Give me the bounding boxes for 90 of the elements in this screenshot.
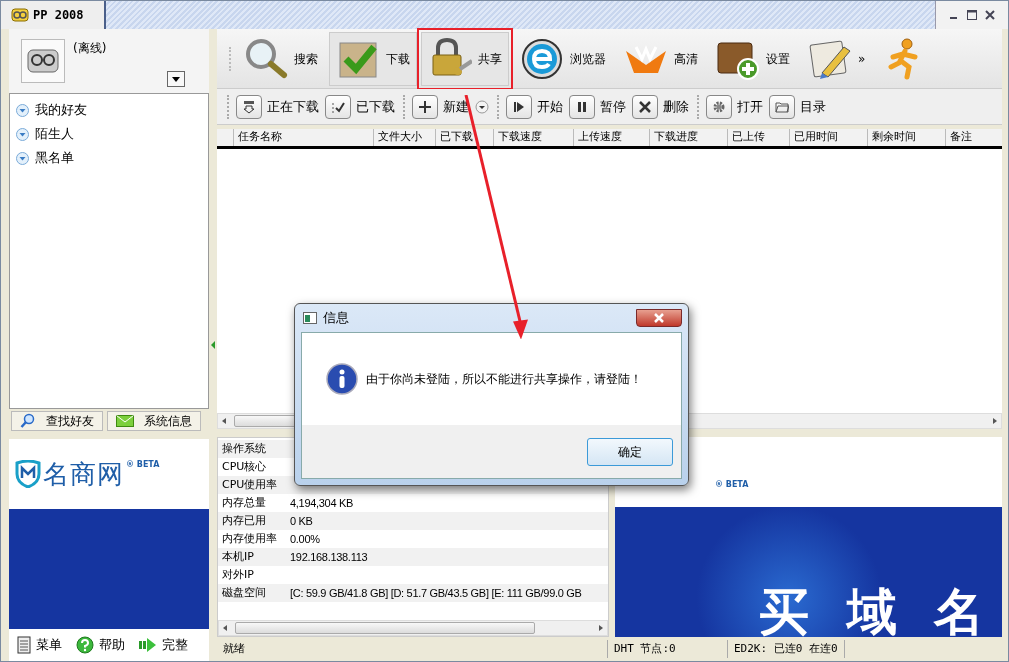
- ad-brand: 名商网: [43, 457, 124, 491]
- status-ed2k: ED2K: 已连0 在连0: [727, 640, 845, 658]
- plus-icon: [418, 99, 432, 114]
- play-icon: [512, 99, 526, 114]
- column-header[interactable]: 剩余时间: [867, 129, 945, 146]
- info-label: 内存已用: [221, 512, 267, 529]
- info-value: 192.168.138.113: [290, 549, 368, 565]
- ok-button[interactable]: 确定: [587, 437, 673, 466]
- download-arrow-icon: [242, 99, 256, 114]
- toolbar-button[interactable]: 浏览器: [513, 31, 613, 86]
- document-icon: [17, 636, 31, 654]
- help-icon: [76, 636, 94, 654]
- toolbar-button[interactable]: 删除: [632, 94, 689, 119]
- toolbar-button[interactable]: 正在下载: [227, 94, 319, 119]
- info-label: 操作系统: [221, 440, 267, 457]
- toolbar-button[interactable]: 暂停: [569, 94, 626, 119]
- ad-beta-label: ® BETA: [126, 459, 160, 471]
- toolbar-button[interactable]: 高清: [617, 31, 705, 86]
- friend-group[interactable]: 黑名单: [35, 148, 74, 168]
- magnifier-icon: [20, 413, 36, 429]
- footer-button[interactable]: 菜单: [17, 635, 62, 655]
- ad-slogan: 买 域 名: [759, 587, 994, 637]
- column-header[interactable]: 备注: [945, 129, 1002, 146]
- collapse-arrow-icon[interactable]: [211, 341, 215, 349]
- close-icon: [654, 313, 664, 323]
- info-icon: [326, 363, 358, 395]
- info-label: 对外IP: [221, 566, 255, 583]
- scroll-thumb[interactable]: [235, 622, 535, 634]
- info-label: 磁盘空间: [221, 584, 267, 601]
- info-label: CPU核心: [221, 458, 268, 475]
- panel-tab[interactable]: 查找好友: [11, 411, 103, 431]
- toolbar-button[interactable]: 下载: [329, 31, 417, 86]
- footer-button[interactable]: 帮助: [76, 635, 125, 655]
- column-header[interactable]: 已下载: [435, 129, 493, 146]
- horizontal-scrollbar[interactable]: [218, 620, 608, 636]
- expand-icon[interactable]: [16, 127, 29, 141]
- toolbar-button[interactable]: 目录: [769, 94, 826, 119]
- dialog-message: 由于你尚未登陆，所以不能进行共享操作，请登陆！: [366, 371, 642, 388]
- info-label: 本机IP: [221, 548, 255, 565]
- toolbar-button[interactable]: 新建: [403, 94, 469, 119]
- info-value: [C: 59.9 GB/41.8 GB] [D: 51.7 GB/43.5 GB] [E: 111 GB/99.0 GB: [290, 585, 582, 601]
- expand-icon[interactable]: [16, 103, 29, 117]
- cross-icon: [638, 99, 652, 114]
- browser-e-icon: [520, 36, 564, 81]
- folder-icon: [775, 99, 789, 114]
- close-button[interactable]: [636, 309, 682, 327]
- app-logo-icon: [11, 7, 29, 23]
- dropdown-icon[interactable]: [475, 99, 489, 114]
- window-title: PP 2008: [33, 7, 84, 24]
- maximize-icon[interactable]: [966, 9, 978, 21]
- panel-tab[interactable]: 系统信息: [107, 411, 201, 431]
- column-header[interactable]: 已上传: [727, 129, 789, 146]
- toolbar-button[interactable]: 开始: [497, 94, 563, 119]
- online-status: (离线): [73, 40, 107, 57]
- pause-icon: [575, 99, 589, 114]
- info-label: 内存总量: [221, 494, 267, 511]
- column-header[interactable]: 上传速度: [573, 129, 649, 146]
- toolbar-button[interactable]: 已下载: [325, 94, 395, 119]
- column-header[interactable]: 文件大小: [373, 129, 435, 146]
- toolbar-button[interactable]: »: [801, 31, 873, 86]
- info-label: 内存使用率: [221, 530, 278, 547]
- info-value: 0 KB: [290, 513, 313, 529]
- info-value: 0.00%: [290, 531, 320, 547]
- dialog-title: 信息: [323, 309, 349, 328]
- status-text: 就绪: [222, 640, 246, 657]
- magnifier-icon: [244, 36, 288, 81]
- column-header[interactable]: 已用时间: [789, 129, 867, 146]
- close-icon[interactable]: [984, 9, 996, 21]
- gear-icon: [712, 99, 726, 114]
- friend-group[interactable]: 陌生人: [35, 124, 74, 144]
- friend-group[interactable]: 我的好友: [35, 100, 87, 120]
- caret-icon: [172, 76, 180, 82]
- ad-beta-label: ® BETA: [715, 479, 749, 491]
- arrow-icon: [139, 637, 157, 653]
- app-logo-icon: [26, 46, 60, 76]
- status-dht: DHT 节点:0: [607, 640, 727, 658]
- window-icon: [303, 312, 317, 324]
- toolbar-button[interactable]: 设置: [709, 31, 797, 86]
- shield-logo-icon: [15, 460, 41, 488]
- expand-icon[interactable]: [16, 151, 29, 165]
- column-header[interactable]: 下载速度: [493, 129, 573, 146]
- column-header[interactable]: 任务名称: [233, 129, 373, 146]
- info-label: CPU使用率: [221, 476, 279, 493]
- footer-button[interactable]: 完整: [139, 635, 188, 655]
- envelope-icon: [116, 415, 134, 427]
- toolbar-button[interactable]: 打开: [697, 94, 763, 119]
- status-dropdown[interactable]: [167, 71, 185, 87]
- toolbar-button[interactable]: 搜索: [237, 31, 325, 86]
- info-value: 4,194,304 KB: [290, 495, 354, 511]
- column-header[interactable]: 下载进度: [649, 129, 727, 146]
